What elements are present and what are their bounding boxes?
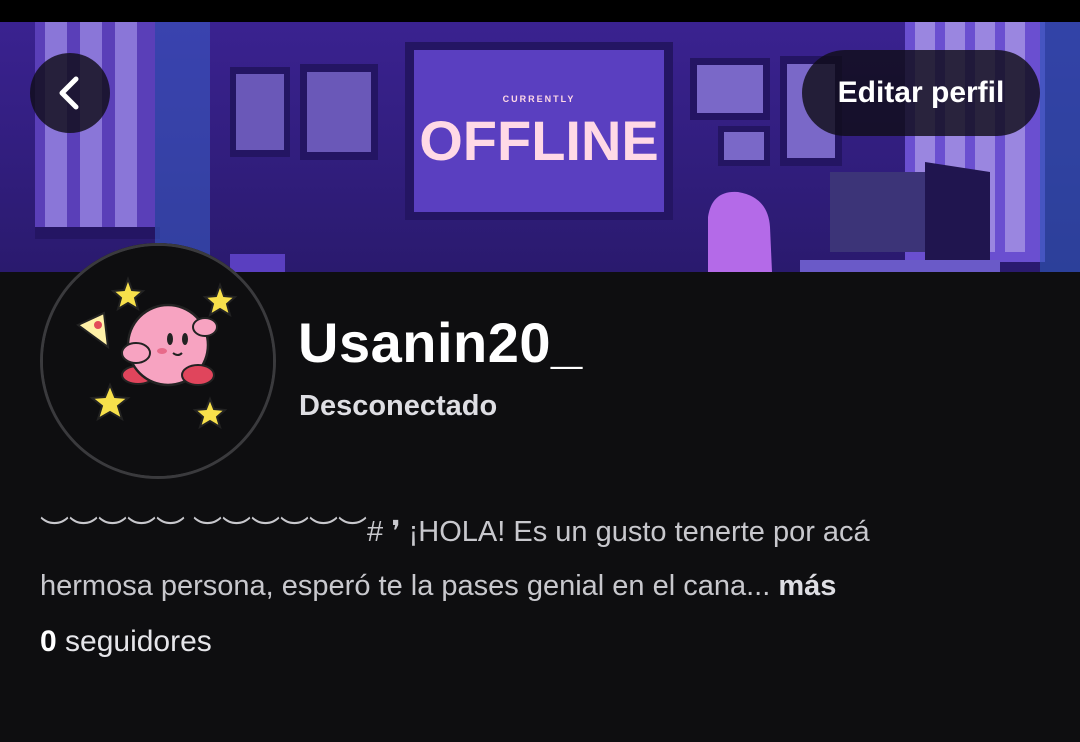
back-button[interactable] xyxy=(30,53,110,133)
more-link[interactable]: más xyxy=(778,570,836,602)
avatar[interactable] xyxy=(40,243,276,479)
bio-line-text: hermosa persona, esperó te la pases geni… xyxy=(40,570,771,602)
username: Usanin20_ xyxy=(298,311,583,374)
followers-label: seguidores xyxy=(65,625,212,658)
followers-number: 0 xyxy=(40,625,57,658)
avatar-kirby-image xyxy=(43,246,273,476)
banner-screen-small-text: CURRENTLY xyxy=(503,94,576,104)
bio-line: hermosa persona, esperó te la pases geni… xyxy=(40,559,1050,613)
bio-line: ︶︶︶︶︶ ︶︶︶︶︶︶# ❜ ¡HOLA! Es un gusto tener… xyxy=(40,516,870,548)
chevron-left-icon xyxy=(59,76,79,110)
status-bar xyxy=(0,0,1080,22)
status-text: Desconectado xyxy=(299,390,498,422)
bio: ︶︶︶︶︶ ︶︶︶︶︶︶# ❜ ¡HOLA! Es un gusto tener… xyxy=(40,505,1050,613)
edit-profile-button[interactable]: Editar perfil xyxy=(802,50,1040,136)
followers-count[interactable]: 0 seguidores xyxy=(40,625,212,659)
banner-screen-big-text: OFFLINE xyxy=(419,109,659,172)
